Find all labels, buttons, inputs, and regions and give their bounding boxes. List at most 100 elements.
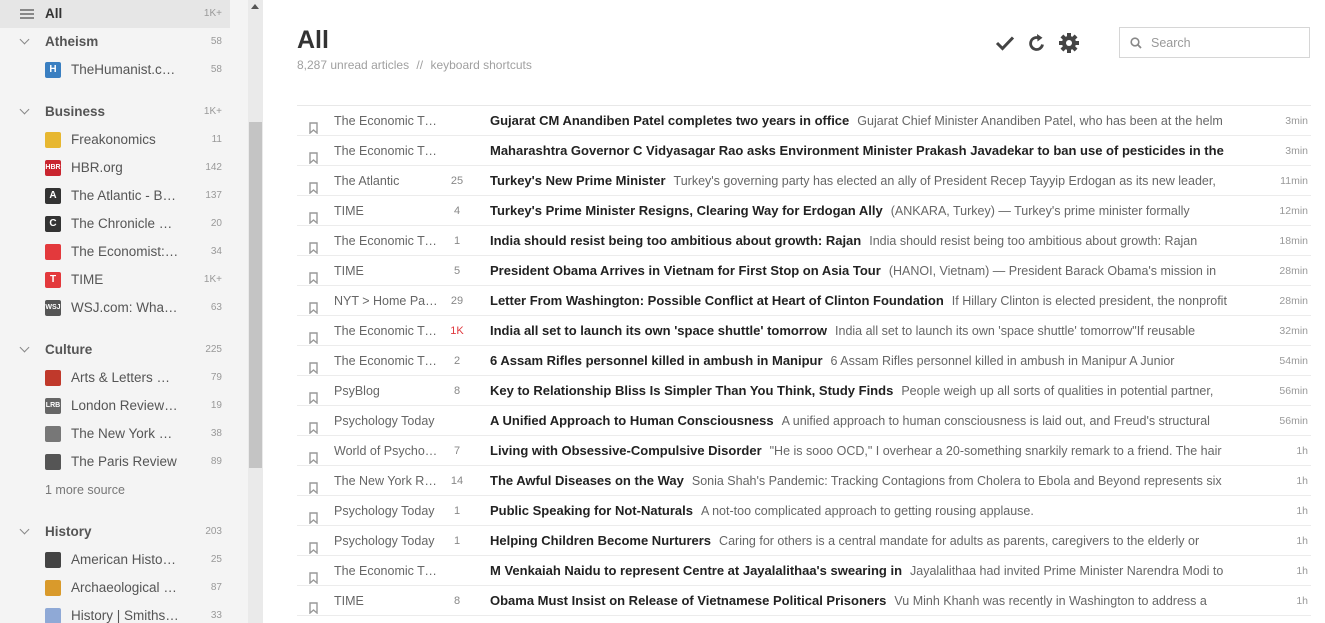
article-row[interactable]: The Economic Times M Venkaiah Naidu to re… — [297, 556, 1311, 586]
sidebar-scroll-thumb[interactable] — [249, 122, 262, 468]
article-source[interactable]: NYT > Home Page — [334, 286, 438, 315]
sidebar-scrollbar[interactable] — [248, 0, 263, 623]
article-title[interactable]: Letter From Washington: Possible Conflic… — [490, 293, 944, 308]
article-text[interactable]: 6 Assam Rifles personnel killed in ambus… — [490, 346, 1252, 375]
article-title[interactable]: The Awful Diseases on the Way — [490, 473, 684, 488]
article-text[interactable]: Letter From Washington: Possible Conflic… — [490, 286, 1252, 315]
article-source[interactable]: World of Psychology — [334, 436, 438, 465]
article-source[interactable]: The Economic Times — [334, 316, 438, 345]
article-source[interactable]: The Economic Times — [334, 556, 438, 585]
article-text[interactable]: Turkey's New Prime Minister Turkey's gove… — [490, 166, 1252, 195]
article-title[interactable]: Gujarat CM Anandiben Patel completes two… — [490, 113, 849, 128]
article-title[interactable]: A Unified Approach to Human Consciousnes… — [490, 413, 774, 428]
article-title[interactable]: Maharashtra Governor C Vidyasagar Rao as… — [490, 143, 1224, 158]
more-sources-link[interactable]: 1 more source — [0, 476, 248, 504]
article-text[interactable]: Public Speaking for Not-Naturals A not-to… — [490, 496, 1252, 525]
article-source[interactable]: Psychology Today — [334, 526, 438, 555]
article-source[interactable]: TIME — [334, 196, 438, 225]
bookmark-icon[interactable] — [309, 115, 318, 135]
bookmark-icon[interactable] — [309, 205, 318, 225]
article-text[interactable]: A Unified Approach to Human Consciousnes… — [490, 406, 1252, 435]
sidebar-category[interactable]: History 203 — [0, 518, 248, 546]
bookmark-icon[interactable] — [309, 415, 318, 435]
sidebar-feed[interactable]: LRB London Review of Books 19 — [0, 392, 248, 420]
article-text[interactable]: Turkey's Prime Minister Resigns, Clearin… — [490, 196, 1252, 225]
article-row[interactable]: The Economic Times Maharashtra Governor C… — [297, 136, 1311, 166]
scroll-up-arrow-icon[interactable] — [251, 4, 259, 9]
settings-button[interactable] — [1058, 32, 1080, 54]
article-text[interactable]: Key to Relationship Bliss Is Simpler Tha… — [490, 376, 1252, 405]
article-text[interactable]: The Awful Diseases on the Way Sonia Shah'… — [490, 466, 1252, 495]
article-row[interactable]: World of Psychology 7 Living with Obsessiv… — [297, 436, 1311, 466]
sidebar-feed[interactable]: History | Smithsonian 33 — [0, 602, 248, 623]
sidebar-feed[interactable]: HBR HBR.org 142 — [0, 154, 248, 182]
article-source[interactable]: The Economic Times — [334, 106, 438, 135]
bookmark-icon[interactable] — [309, 505, 318, 525]
bookmark-icon[interactable] — [309, 565, 318, 585]
sidebar-category[interactable]: Atheism 58 — [0, 28, 248, 56]
article-title[interactable]: Obama Must Insist on Release of Vietname… — [490, 593, 886, 608]
article-text[interactable]: Maharashtra Governor C Vidyasagar Rao as… — [490, 136, 1252, 165]
sidebar-feed[interactable]: The Paris Review 89 — [0, 448, 248, 476]
article-row[interactable]: Psychology Today 1 Public Speaking for Not… — [297, 496, 1311, 526]
bookmark-icon[interactable] — [309, 595, 318, 615]
article-title[interactable]: M Venkaiah Naidu to represent Centre at … — [490, 563, 902, 578]
article-title[interactable]: Turkey's New Prime Minister — [490, 173, 666, 188]
sidebar-feed[interactable]: WSJ WSJ.com: What's News 63 — [0, 294, 248, 322]
article-source[interactable]: The Atlantic — [334, 166, 438, 195]
refresh-button[interactable] — [1026, 32, 1048, 54]
bookmark-icon[interactable] — [309, 265, 318, 285]
article-source[interactable]: TIME — [334, 586, 438, 615]
article-text[interactable]: Helping Children Become Nurturers Caring … — [490, 526, 1252, 555]
article-text[interactable]: Living with Obsessive-Compulsive Disorde… — [490, 436, 1252, 465]
article-source[interactable]: Psychology Today — [334, 406, 438, 435]
bookmark-icon[interactable] — [309, 295, 318, 315]
article-row[interactable]: Psychology Today 1 Helping Children Become… — [297, 526, 1311, 556]
article-row[interactable]: TIME 5 President Obama Arrives in Vietnam … — [297, 256, 1311, 286]
article-title[interactable]: President Obama Arrives in Vietnam for F… — [490, 263, 881, 278]
sidebar-feed[interactable]: T TIME 1K+ — [0, 266, 248, 294]
article-row[interactable]: The Economic Times 1K India all set to lau… — [297, 316, 1311, 346]
bookmark-icon[interactable] — [309, 445, 318, 465]
bookmark-icon[interactable] — [309, 325, 318, 345]
sidebar-feed[interactable]: American Historical Association 25 — [0, 546, 248, 574]
chevron-down-icon[interactable] — [19, 34, 30, 45]
bookmark-icon[interactable] — [309, 535, 318, 555]
article-title[interactable]: Key to Relationship Bliss Is Simpler Tha… — [490, 383, 893, 398]
sidebar-feed[interactable]: C The Chronicle of Higher Education 20 — [0, 210, 248, 238]
article-text[interactable]: M Venkaiah Naidu to represent Centre at … — [490, 556, 1252, 585]
sidebar-feed[interactable]: The Economist: Business 34 — [0, 238, 248, 266]
article-row[interactable]: TIME 8 Obama Must Insist on Release of Vie… — [297, 586, 1311, 616]
article-row[interactable]: PsyBlog 8 Key to Relationship Bliss Is Sim… — [297, 376, 1311, 406]
article-title[interactable]: Turkey's Prime Minister Resigns, Clearin… — [490, 203, 883, 218]
article-title[interactable]: Living with Obsessive-Compulsive Disorde… — [490, 443, 762, 458]
article-row[interactable]: The Economic Times Gujarat CM Anandiben P… — [297, 106, 1311, 136]
bookmark-icon[interactable] — [309, 475, 318, 495]
article-row[interactable]: The Atlantic 25 Turkey's New Prime Ministe… — [297, 166, 1311, 196]
mark-all-read-button[interactable] — [994, 32, 1016, 54]
bookmark-icon[interactable] — [309, 355, 318, 375]
bookmark-icon[interactable] — [309, 175, 318, 195]
article-row[interactable]: The New York Review of Books 14 The Awful … — [297, 466, 1311, 496]
article-title[interactable]: 6 Assam Rifles personnel killed in ambus… — [490, 353, 823, 368]
article-source[interactable]: PsyBlog — [334, 376, 438, 405]
article-source[interactable]: The New York Review of Books — [334, 466, 438, 495]
article-text[interactable]: India all set to launch its own 'space s… — [490, 316, 1252, 345]
search-input[interactable] — [1151, 35, 1301, 51]
search-box[interactable] — [1119, 27, 1310, 58]
sidebar-category[interactable]: Culture 225 — [0, 336, 248, 364]
article-source[interactable]: TIME — [334, 256, 438, 285]
bookmark-icon[interactable] — [309, 385, 318, 405]
article-text[interactable]: India should resist being too ambitious … — [490, 226, 1252, 255]
article-source[interactable]: Psychology Today — [334, 496, 438, 525]
article-text[interactable]: President Obama Arrives in Vietnam for F… — [490, 256, 1252, 285]
sidebar-feed[interactable]: Archaeological Headlines 87 — [0, 574, 248, 602]
article-source[interactable]: The Economic Times — [334, 346, 438, 375]
chevron-down-icon[interactable] — [19, 342, 30, 353]
article-text[interactable]: Obama Must Insist on Release of Vietname… — [490, 586, 1252, 615]
article-text[interactable]: Gujarat CM Anandiben Patel completes two… — [490, 106, 1252, 135]
article-title[interactable]: India all set to launch its own 'space s… — [490, 323, 827, 338]
bookmark-icon[interactable] — [309, 145, 318, 165]
article-title[interactable]: Public Speaking for Not-Naturals — [490, 503, 693, 518]
article-title[interactable]: Helping Children Become Nurturers — [490, 533, 711, 548]
